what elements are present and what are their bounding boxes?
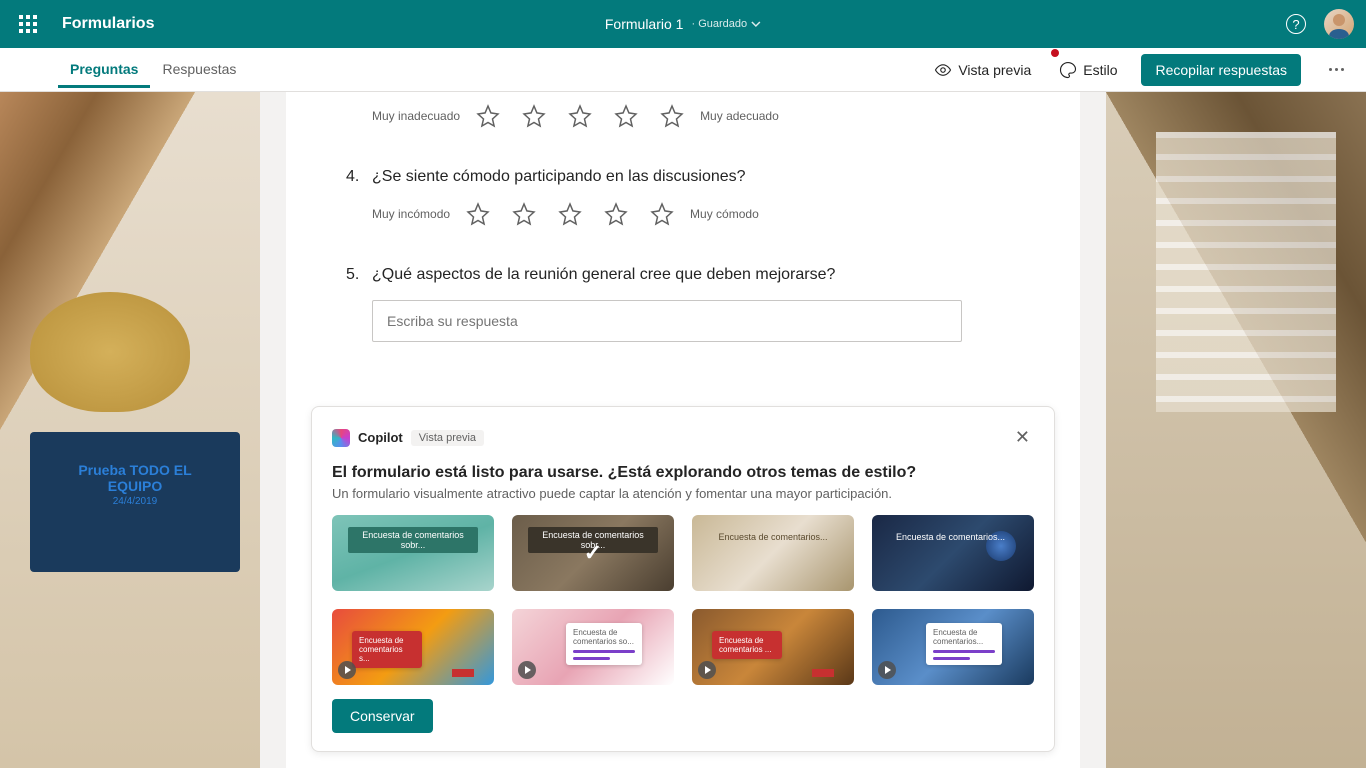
theme-option-4[interactable]: Encuesta de comentarios... bbox=[872, 515, 1034, 591]
star-3[interactable] bbox=[558, 202, 582, 226]
style-button[interactable]: Estilo bbox=[1055, 55, 1121, 85]
star-1[interactable] bbox=[476, 104, 500, 128]
question-text: ¿Qué aspectos de la reunión general cree… bbox=[372, 266, 835, 284]
form-title: Formulario 1 bbox=[605, 16, 684, 32]
user-avatar[interactable] bbox=[1324, 9, 1354, 39]
theme-option-7[interactable]: Encuesta de comentarios ... bbox=[692, 609, 854, 685]
help-icon[interactable]: ? bbox=[1286, 14, 1306, 34]
theme-option-8[interactable]: Encuesta de comentarios... bbox=[872, 609, 1034, 685]
star-2[interactable] bbox=[512, 202, 536, 226]
copilot-panel: Copilot Vista previa ✕ El formulario est… bbox=[311, 406, 1055, 752]
question-text: ¿Se siente cómodo participando en las di… bbox=[372, 168, 746, 186]
rating-left-label: Muy inadecuado bbox=[372, 109, 460, 123]
app-launcher-icon[interactable] bbox=[12, 8, 44, 40]
rating-stars bbox=[466, 202, 674, 226]
theme-option-1[interactable]: Encuesta de comentarios sobr... bbox=[332, 515, 494, 591]
saved-status[interactable]: · Guardado bbox=[691, 18, 761, 30]
question-4: 4. ¿Se siente cómodo participando en las… bbox=[346, 168, 1020, 226]
app-name: Formularios bbox=[62, 15, 154, 33]
star-5[interactable] bbox=[660, 104, 684, 128]
question-3-partial: Muy inadecuado Muy adecuado bbox=[346, 104, 1020, 128]
copilot-subtitle: Un formulario visualmente atractivo pued… bbox=[332, 486, 1034, 501]
play-icon bbox=[518, 661, 536, 679]
star-2[interactable] bbox=[522, 104, 546, 128]
rating-left-label: Muy incómodo bbox=[372, 207, 450, 221]
more-options-icon[interactable] bbox=[1321, 60, 1352, 79]
tab-questions[interactable]: Preguntas bbox=[58, 51, 150, 88]
preview-button[interactable]: Vista previa bbox=[930, 55, 1035, 85]
copilot-title: El formulario está listo para usarse. ¿E… bbox=[332, 464, 1034, 482]
form-title-group[interactable]: Formulario 1 · Guardado bbox=[605, 16, 761, 32]
palette-icon bbox=[1059, 61, 1077, 79]
form-editor: Muy inadecuado Muy adecuado 4. ¿Se sient… bbox=[286, 92, 1080, 768]
preview-tag: Vista previa bbox=[411, 430, 484, 446]
play-icon bbox=[878, 661, 896, 679]
command-bar: Preguntas Respuestas Vista previa Estilo… bbox=[0, 48, 1366, 92]
star-1[interactable] bbox=[466, 202, 490, 226]
play-icon bbox=[698, 661, 716, 679]
collect-responses-button[interactable]: Recopilar respuestas bbox=[1141, 54, 1301, 86]
tab-responses[interactable]: Respuestas bbox=[150, 51, 248, 88]
eye-icon bbox=[934, 61, 952, 79]
answer-input[interactable] bbox=[372, 300, 962, 342]
top-bar: Formularios Formulario 1 · Guardado ? bbox=[0, 0, 1366, 48]
keep-button[interactable]: Conservar bbox=[332, 699, 433, 733]
copilot-name: Copilot bbox=[358, 430, 403, 445]
theme-option-2-selected[interactable]: Encuesta de comentarios sobr... bbox=[512, 515, 674, 591]
theme-option-6[interactable]: Encuesta de comentarios so... bbox=[512, 609, 674, 685]
rating-stars bbox=[476, 104, 684, 128]
question-5: 5. ¿Qué aspectos de la reunión general c… bbox=[346, 266, 1020, 342]
question-number: 5. bbox=[346, 266, 364, 284]
rating-right-label: Muy cómodo bbox=[690, 207, 759, 221]
close-icon[interactable]: ✕ bbox=[1011, 423, 1034, 452]
star-3[interactable] bbox=[568, 104, 592, 128]
rating-right-label: Muy adecuado bbox=[700, 109, 779, 123]
question-number: 4. bbox=[346, 168, 364, 186]
theme-option-5[interactable]: Encuesta de comentarios s... bbox=[332, 609, 494, 685]
chevron-down-icon bbox=[751, 19, 761, 29]
theme-grid: Encuesta de comentarios sobr... Encuesta… bbox=[332, 515, 1034, 685]
star-5[interactable] bbox=[650, 202, 674, 226]
copilot-logo-icon bbox=[332, 429, 350, 447]
star-4[interactable] bbox=[604, 202, 628, 226]
star-4[interactable] bbox=[614, 104, 638, 128]
theme-option-3[interactable]: Encuesta de comentarios... bbox=[692, 515, 854, 591]
bg-monitor-text: Prueba TODO EL EQUIPO 24/4/2019 bbox=[55, 462, 215, 507]
play-icon bbox=[338, 661, 356, 679]
canvas: Prueba TODO EL EQUIPO 24/4/2019 Muy inad… bbox=[0, 92, 1366, 768]
